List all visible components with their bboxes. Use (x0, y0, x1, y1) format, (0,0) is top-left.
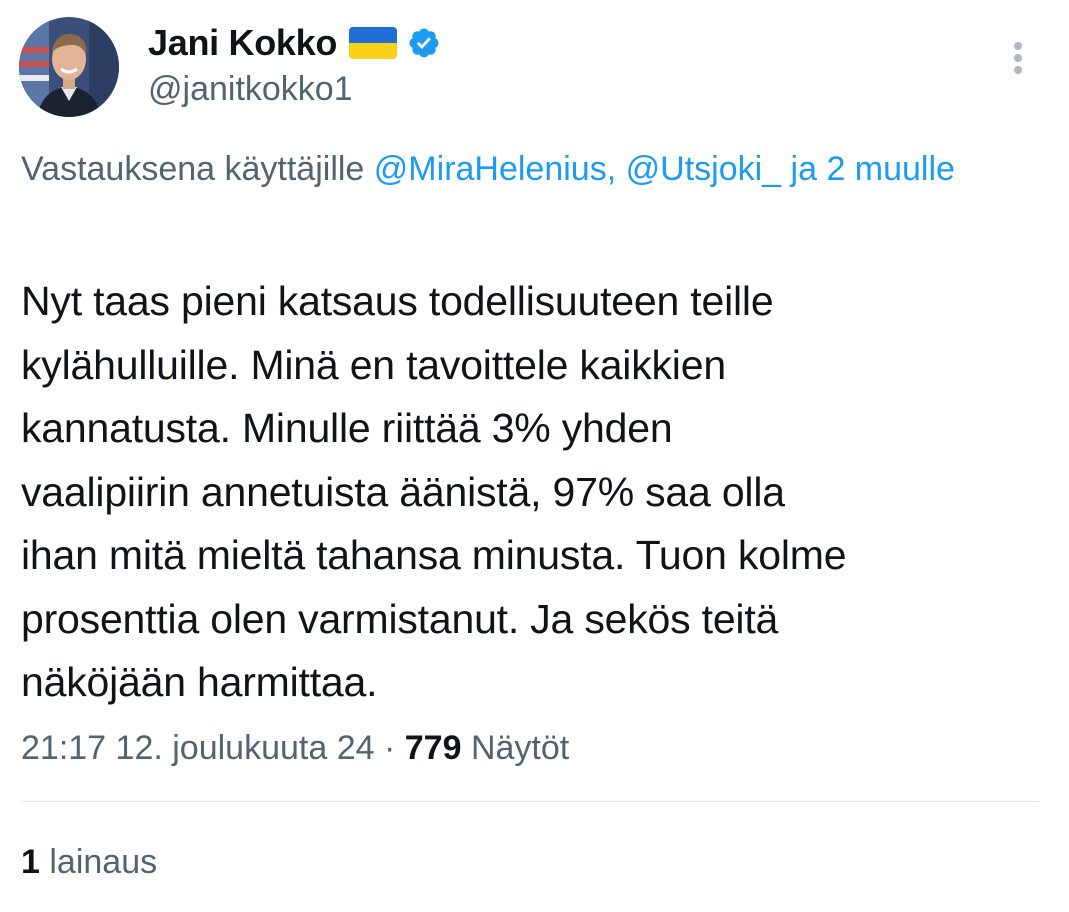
tweet-date[interactable]: 12. joulukuuta 24 (116, 729, 375, 767)
display-name[interactable]: Jani Kokko (148, 22, 337, 64)
author-name-row: Jani Kokko (148, 20, 441, 66)
tweet-time[interactable]: 21:17 (21, 729, 106, 767)
avatar[interactable] (19, 17, 119, 117)
tweet: Jani Kokko @janitkokko1 Vastauksena käyt… (0, 0, 1069, 912)
author-handle[interactable]: @janitkokko1 (148, 70, 353, 109)
views-label: Näytöt (470, 729, 570, 767)
mention-link[interactable]: @Utsjoki_ (626, 150, 781, 188)
tweet-text: Nyt taas pieni katsaus todellisuuteen te… (21, 278, 847, 705)
more-options-icon[interactable] (1003, 38, 1033, 78)
ukraine-flag-icon (349, 27, 398, 59)
more-mentions-link[interactable]: ja 2 muulle (791, 150, 955, 188)
quotes-label: lainaus (49, 843, 158, 881)
quotes-link[interactable]: 1 lainaus (21, 836, 157, 888)
views-count: 779 (404, 729, 462, 767)
reply-context-prefix: Vastauksena käyttäjille (21, 150, 365, 188)
divider (21, 801, 1039, 802)
verified-badge-icon[interactable] (407, 26, 441, 60)
meta-separator: · (383, 729, 396, 767)
quotes-count: 1 (21, 843, 40, 881)
mention-link[interactable]: @MiraHelenius, (374, 150, 616, 188)
reply-context: Vastauksena käyttäjille @MiraHelenius, @… (21, 143, 1031, 195)
tweet-meta: 21:17 12. joulukuuta 24 · 779 Näytöt (21, 722, 569, 774)
